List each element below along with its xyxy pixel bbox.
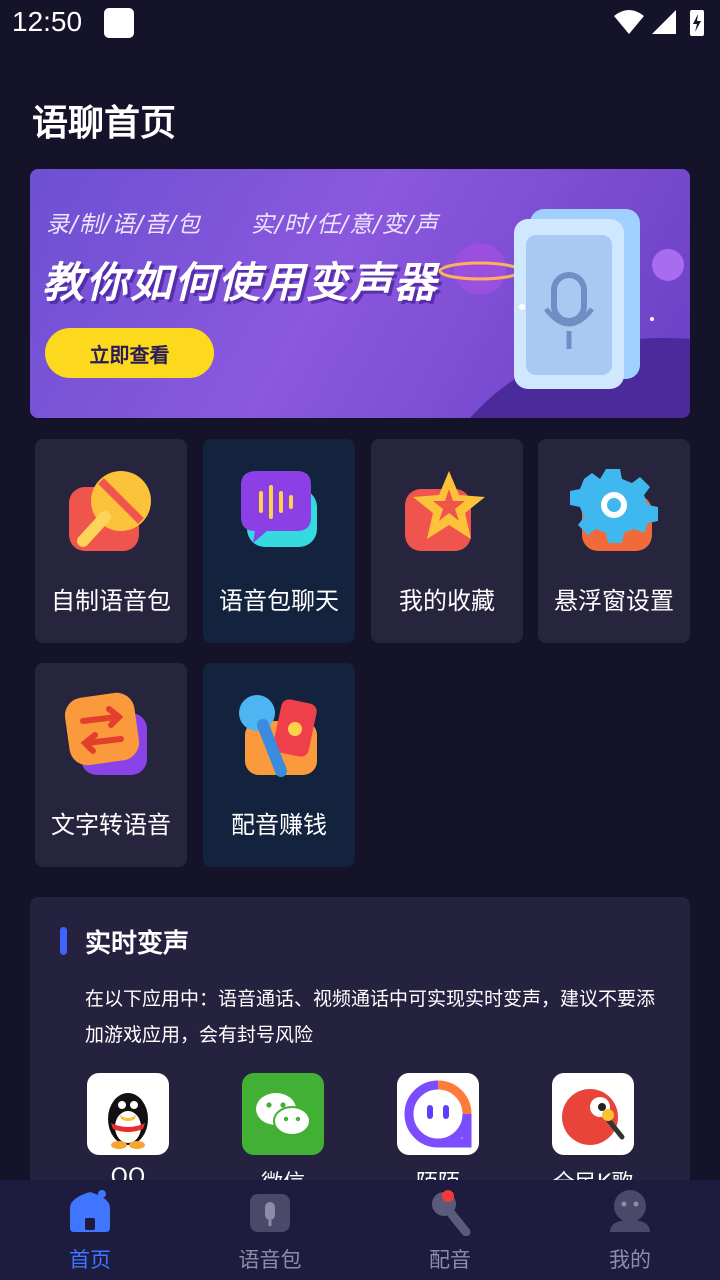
tab-home[interactable]: 首页 — [0, 1180, 180, 1280]
feature-label: 悬浮窗设置 — [554, 587, 674, 615]
wechat-icon — [256, 1093, 311, 1136]
feature-tile-text-to-speech[interactable]: 文字转语音 — [35, 663, 187, 867]
tab-voice-pack[interactable]: 语音包 — [180, 1180, 360, 1280]
view-now-button[interactable]: 立即查看 — [45, 328, 214, 378]
home-icon — [70, 1190, 110, 1232]
tab-label: 配音 — [429, 1248, 471, 1272]
notification-icon — [104, 8, 134, 38]
status-bar: 12:50 — [0, 0, 720, 48]
mic-redpacket-icon — [239, 695, 317, 777]
tab-label: 首页 — [69, 1248, 111, 1272]
feature-tile-dubbing-earn[interactable]: 配音赚钱 — [203, 663, 355, 867]
feature-tile-voice-chat[interactable]: 语音包聊天 — [203, 439, 355, 643]
user-profile-icon — [610, 1190, 650, 1232]
feature-tile-favorites[interactable]: 我的收藏 — [371, 439, 523, 643]
section-description: 在以下应用中：语音通话、视频通话中可实现实时变声，建议不要添加游戏应用，会有封号… — [85, 988, 656, 1046]
tab-mine[interactable]: 我的 — [540, 1180, 720, 1280]
app-kge[interactable] — [552, 1073, 634, 1155]
feature-label: 文字转语音 — [51, 811, 171, 839]
page-title: 语聊首页 — [32, 103, 177, 144]
tab-label: 我的 — [609, 1248, 651, 1272]
voice-chat-icon — [241, 471, 317, 547]
wifi-icon — [614, 10, 644, 34]
feature-label: 自制语音包 — [51, 587, 171, 615]
bottom-tab-bar: 首页 语音包 配音 我的 — [0, 1180, 720, 1280]
qq-penguin-icon — [108, 1093, 148, 1149]
book-microphone-illustration — [438, 209, 690, 418]
tutorial-banner[interactable]: 录/制/语/音/包 实/时/任/意/变/声 教你如何使用变声器 立即查看 — [30, 169, 690, 418]
app-qq[interactable] — [87, 1073, 169, 1155]
section-title: 实时变声 — [85, 929, 190, 959]
feature-label: 语音包聊天 — [219, 587, 339, 615]
convert-icon — [65, 692, 147, 775]
banner-subtitle: 录/制/语/音/包 实/时/任/意/变/声 — [46, 212, 439, 238]
status-time: 12:50 — [12, 6, 83, 37]
tab-label: 语音包 — [238, 1248, 302, 1272]
voice-pack-icon — [250, 1194, 290, 1232]
momo-icon — [404, 1080, 472, 1148]
feature-tile-floating-window-settings[interactable]: 悬浮窗设置 — [538, 439, 690, 643]
section-accent-bar — [60, 927, 67, 955]
banner-headline: 教你如何使用变声器 — [42, 258, 439, 307]
app-wechat[interactable] — [242, 1073, 324, 1155]
microphone-icon — [69, 471, 151, 551]
microphone-tab-icon — [432, 1190, 471, 1236]
realtime-voice-card: 实时变声 在以下应用中：语音通话、视频通话中可实现实时变声，建议不要添加游戏应用… — [30, 897, 690, 1197]
gear-icon — [570, 469, 658, 551]
kge-icon — [562, 1089, 625, 1145]
tab-dubbing[interactable]: 配音 — [360, 1180, 540, 1280]
signal-icon — [652, 10, 676, 34]
star-icon — [405, 471, 485, 551]
feature-tile-custom-voice-pack[interactable]: 自制语音包 — [35, 439, 187, 643]
feature-label: 配音赚钱 — [231, 811, 327, 839]
app-momo[interactable] — [397, 1073, 479, 1155]
status-icons — [614, 10, 704, 36]
feature-label: 我的收藏 — [399, 587, 495, 615]
